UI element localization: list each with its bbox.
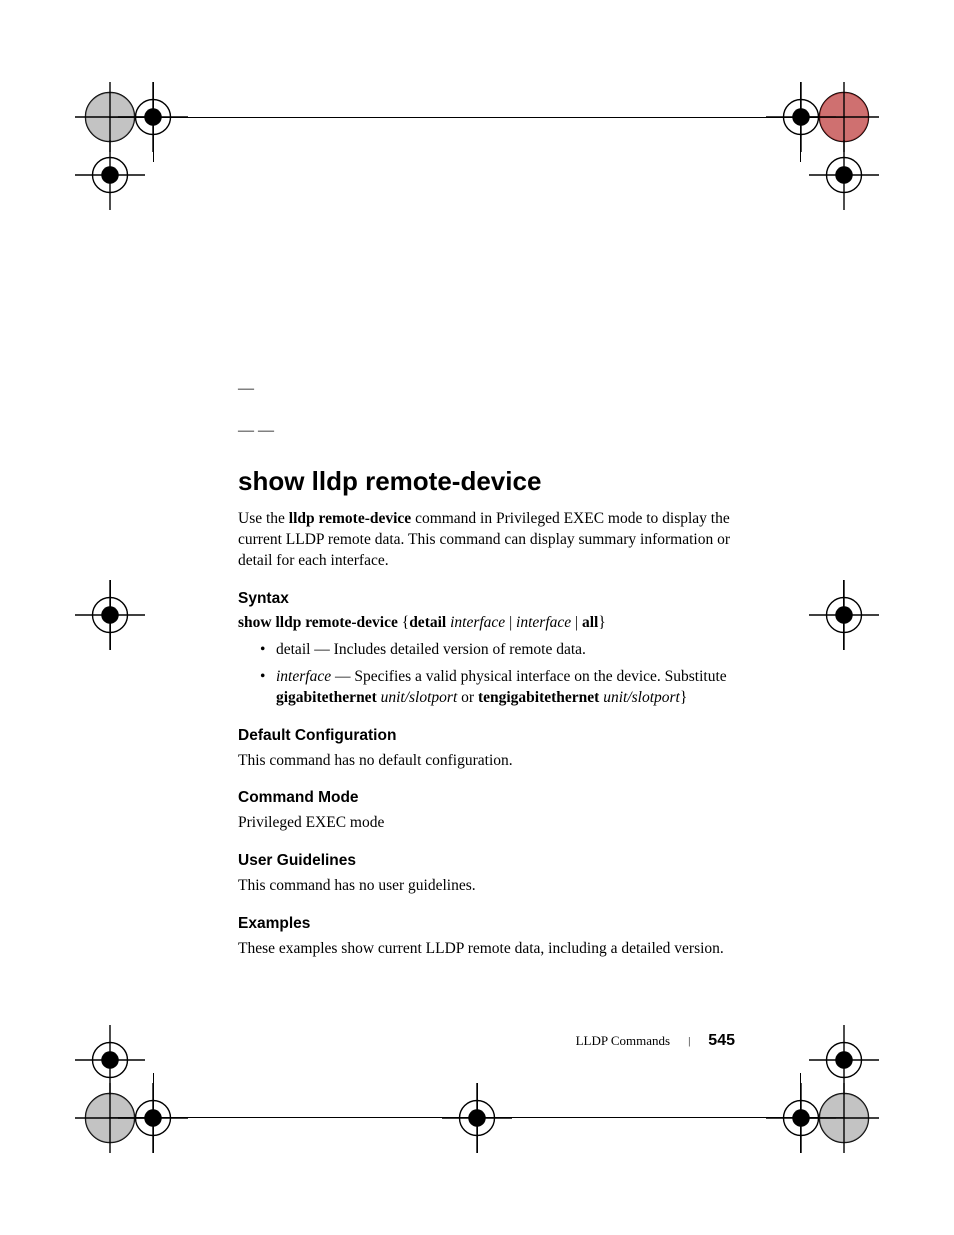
user-guidelines-heading: User Guidelines — [238, 852, 733, 870]
registration-mark-icon — [809, 140, 879, 210]
examples-heading: Examples — [238, 915, 733, 933]
syntax-line: show lldp remote-device {detail interfac… — [238, 614, 733, 632]
syntax-heading: Syntax — [238, 590, 733, 608]
footer-section-label: LLDP Commands — [576, 1033, 671, 1049]
list-item: interface — Specifies a valid physical i… — [260, 667, 733, 709]
footer-divider: | — [688, 1035, 690, 1047]
registration-mark-icon — [442, 1083, 512, 1153]
list-item: detail — Includes detailed version of re… — [260, 640, 733, 661]
default-configuration-heading: Default Configuration — [238, 727, 733, 745]
user-guidelines-body: This command has no user guidelines. — [238, 876, 733, 897]
crop-line-top — [109, 117, 845, 118]
registration-mark-icon — [809, 1083, 879, 1153]
syntax-bullets: detail — Includes detailed version of re… — [260, 640, 733, 709]
registration-mark-icon — [75, 580, 145, 650]
page-content: — — — show lldp remote-device Use the ll… — [238, 380, 733, 974]
orphan-text: — — — [238, 422, 733, 440]
page-number: 545 — [708, 1032, 735, 1050]
intro-paragraph: Use the lldp remote-device command in Pr… — [238, 509, 733, 572]
command-mode-heading: Command Mode — [238, 789, 733, 807]
default-configuration-body: This command has no default configuratio… — [238, 751, 733, 772]
registration-mark-icon — [75, 140, 145, 210]
registration-mark-icon — [809, 580, 879, 650]
examples-body: These examples show current LLDP remote … — [238, 939, 733, 960]
registration-mark-icon — [118, 1083, 188, 1153]
orphan-text: — — [238, 380, 733, 398]
command-mode-body: Privileged EXEC mode — [238, 813, 733, 834]
page-footer: LLDP Commands | 545 — [576, 1032, 735, 1050]
command-title: show lldp remote-device — [238, 466, 733, 497]
